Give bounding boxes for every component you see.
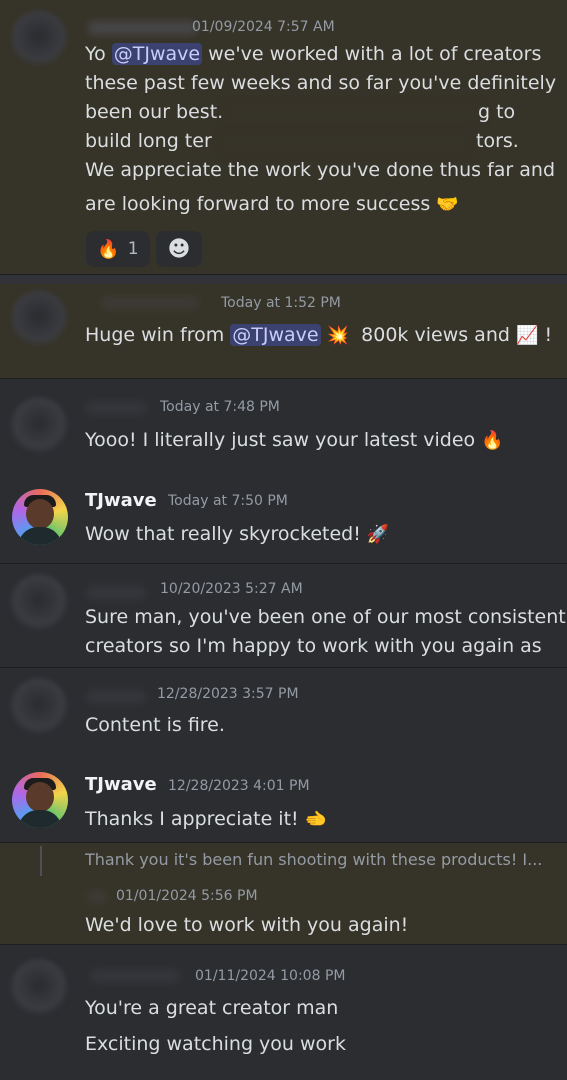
reaction-count: 1 bbox=[127, 239, 139, 259]
message-timestamp: 12/28/2023 4:01 PM bbox=[168, 778, 310, 794]
username[interactable]: TJwave bbox=[85, 774, 157, 795]
username[interactable]: TJwave bbox=[85, 490, 157, 511]
avatar[interactable] bbox=[10, 959, 68, 1017]
message-text: Thanks I appreciate it! 🫲 bbox=[85, 805, 327, 834]
avatar-tjwave[interactable] bbox=[12, 489, 68, 545]
smiley-icon: ☻ bbox=[167, 236, 191, 262]
avatar[interactable] bbox=[10, 290, 68, 348]
avatar[interactable] bbox=[10, 678, 68, 736]
username-redacted bbox=[86, 401, 146, 415]
message-timestamp: Today at 7:50 PM bbox=[168, 493, 288, 509]
user-mention[interactable]: @TJwave bbox=[230, 324, 321, 346]
username-redacted bbox=[100, 296, 200, 310]
message-text: You're a great creator man bbox=[85, 997, 339, 1019]
message-9: 01/11/2024 10:08 PM You're a great creat… bbox=[0, 945, 567, 1080]
fire-icon: 🔥 bbox=[97, 238, 120, 260]
avatar[interactable] bbox=[10, 574, 68, 632]
message-text: Sure man, you've been one of our most co… bbox=[85, 606, 566, 628]
message-timestamp: 10/20/2023 5:27 AM bbox=[160, 581, 303, 597]
message-text: Yo @TJwave we've worked with a lot of cr… bbox=[85, 43, 542, 65]
redacted-text bbox=[225, 102, 485, 126]
user-mention[interactable]: @TJwave bbox=[111, 43, 203, 65]
add-reaction-button[interactable]: ☻ bbox=[156, 231, 202, 267]
message-text: build long ter bbox=[85, 130, 212, 152]
chart-icon: 📈 bbox=[515, 325, 539, 346]
message-text: are looking forward to more success 🤝 bbox=[85, 190, 459, 219]
reply-line bbox=[40, 846, 42, 876]
message-8: Thank you it's been fun shooting with th… bbox=[0, 843, 567, 944]
message-text: Content is fire. bbox=[85, 714, 225, 736]
message-text: creators so I'm happy to work with you a… bbox=[85, 635, 542, 657]
message-timestamp: 01/09/2024 7:57 AM bbox=[192, 19, 335, 35]
message-text: Yooo! I literally just saw your latest v… bbox=[85, 426, 504, 455]
redacted-text bbox=[220, 131, 470, 155]
message-text: We appreciate the work you've done thus … bbox=[85, 159, 555, 181]
pointing-hand-icon: 🫲 bbox=[304, 809, 328, 830]
message-text: these past few weeks and so far you've d… bbox=[85, 72, 557, 94]
message-text: Huge win from @TJwave 💥 800k views and 📈… bbox=[85, 321, 552, 350]
message-text: tors. bbox=[476, 130, 519, 152]
message-timestamp: Today at 1:52 PM bbox=[221, 295, 341, 311]
message-timestamp: Today at 7:48 PM bbox=[160, 399, 280, 415]
divider bbox=[0, 274, 567, 275]
username-redacted bbox=[86, 586, 146, 600]
reply-preview[interactable]: Thank you it's been fun shooting with th… bbox=[85, 850, 542, 869]
fire-reaction[interactable]: 🔥 1 bbox=[86, 231, 150, 267]
message-3: Today at 7:48 PM Yooo! I literally just … bbox=[0, 379, 567, 563]
avatar-tjwave[interactable] bbox=[12, 772, 68, 828]
message-6: 12/28/2023 3:57 PM Content is fire. TJwa… bbox=[0, 668, 567, 842]
message-timestamp: 12/28/2023 3:57 PM bbox=[157, 686, 299, 702]
rocket-icon: 🚀 bbox=[366, 524, 390, 545]
message-timestamp: 01/01/2024 5:56 PM bbox=[116, 888, 258, 904]
message-text: g to bbox=[478, 101, 516, 123]
username-redacted bbox=[86, 890, 108, 904]
fire-icon: 🔥 bbox=[481, 430, 504, 451]
message-timestamp: 01/11/2024 10:08 PM bbox=[195, 968, 346, 984]
message-1: 01/09/2024 7:57 AM Yo @TJwave we've work… bbox=[0, 0, 567, 274]
message-2: Today at 1:52 PM Huge win from @TJwave 💥… bbox=[0, 284, 567, 378]
message-5: 10/20/2023 5:27 AM Sure man, you've been… bbox=[0, 564, 567, 667]
handshake-icon: 🤝 bbox=[436, 194, 459, 215]
message-text: been our best. bbox=[85, 101, 224, 123]
username-redacted bbox=[86, 690, 146, 704]
message-text: Exciting watching you work bbox=[85, 1033, 346, 1055]
message-text: Wow that really skyrocketed! 🚀 bbox=[85, 520, 389, 549]
message-text: We'd love to work with you again! bbox=[85, 914, 409, 936]
avatar[interactable] bbox=[10, 10, 68, 68]
username-redacted bbox=[90, 969, 180, 983]
username-redacted bbox=[88, 21, 198, 35]
avatar[interactable] bbox=[10, 397, 68, 455]
collision-icon: 💥 bbox=[326, 325, 350, 346]
